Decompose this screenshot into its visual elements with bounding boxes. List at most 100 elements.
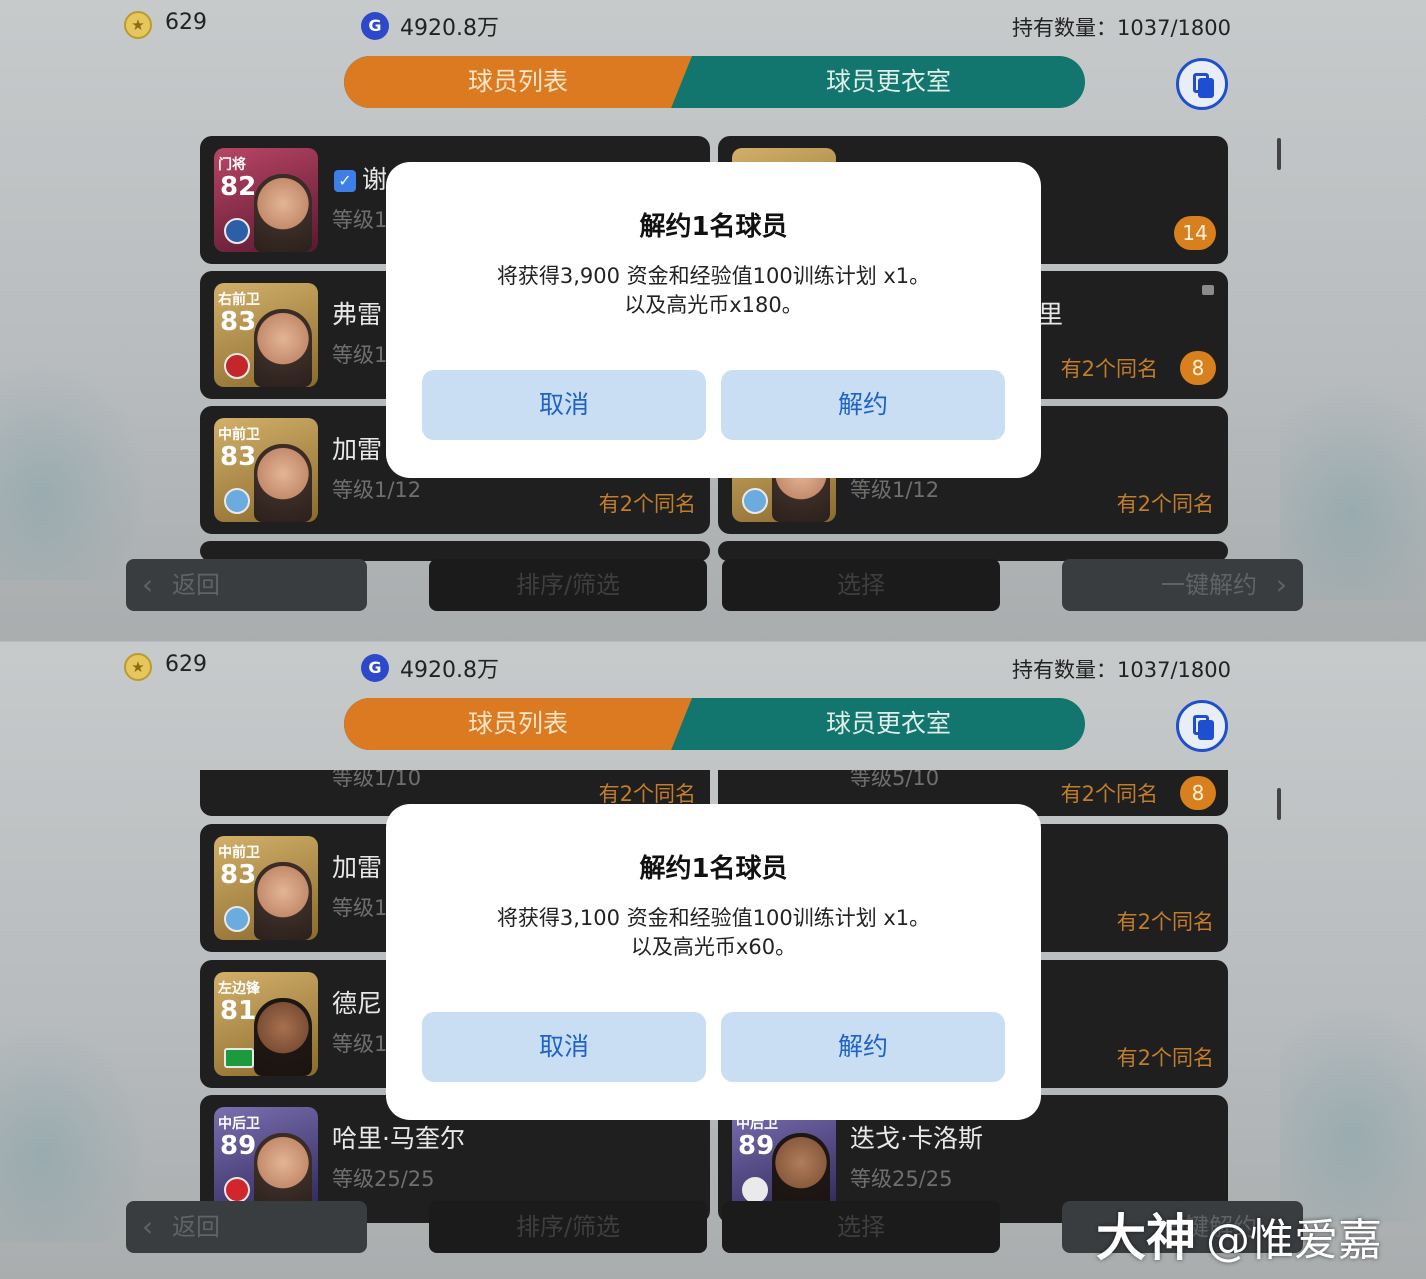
lock-icon	[1202, 285, 1214, 295]
player-level: 等级1	[332, 343, 388, 367]
player-level: 等级1	[332, 208, 388, 232]
player-position: 中前卫	[218, 845, 260, 861]
count-badge: 14	[1174, 216, 1216, 250]
player-thumbnail: 右前卫 83	[214, 283, 318, 387]
background-decoration	[0, 360, 150, 580]
watermark-brand: 大神	[1096, 1209, 1196, 1267]
dialog-title: 解约1名球员	[639, 854, 788, 884]
club-badge-icon	[224, 1177, 250, 1203]
player-name: 迭戈·卡洛斯	[850, 1124, 983, 1153]
select-button[interactable]: 选择	[722, 559, 1000, 611]
player-card-partial[interactable]	[200, 541, 710, 561]
player-level: 等级1	[332, 1032, 388, 1056]
release-confirm-button[interactable]: 解约	[721, 1012, 1005, 1082]
player-thumbnail: 左边锋 81	[214, 972, 318, 1076]
player-level: 等级25/25	[332, 1167, 435, 1191]
scrollbar[interactable]	[1277, 788, 1281, 820]
player-thumbnail: 中前卫 83	[214, 418, 318, 522]
chevron-right-icon: ›	[1275, 568, 1287, 601]
back-label: 返回	[172, 1213, 220, 1241]
sort-filter-button[interactable]: 排序/筛选	[429, 559, 707, 611]
player-card-partial[interactable]	[718, 541, 1228, 561]
release-confirm-button[interactable]: 解约	[721, 370, 1005, 440]
screen-panel-bottom: ★ 629 G 4920.8万 持有数量：1037/1800 球员列表 球员更衣…	[0, 642, 1426, 1279]
player-thumbnail: 中后卫 89	[214, 1107, 318, 1211]
player-rating: 89	[220, 1131, 257, 1161]
tab-locker-room[interactable]: 球员更衣室	[692, 56, 1085, 108]
dialog-message-extra: 以及高光币x180。	[624, 293, 803, 317]
select-button[interactable]: 选择	[722, 1201, 1000, 1253]
sort-filter-button[interactable]: 排序/筛选	[429, 1201, 707, 1253]
checkbox-checked-icon[interactable]: ✓	[334, 170, 356, 192]
player-rating: 83	[220, 860, 257, 890]
back-label: 返回	[172, 571, 220, 599]
copy-icon-fill	[1198, 78, 1214, 98]
player-level: 等级25/25	[850, 1167, 953, 1191]
player-face	[254, 862, 312, 940]
brazil-flag-icon	[224, 1048, 254, 1068]
tab-player-list[interactable]: 球员列表	[344, 698, 692, 750]
back-button[interactable]: ‹ 返回	[126, 1201, 367, 1253]
player-level: 等级1	[332, 896, 388, 920]
copy-icon-fill	[1198, 720, 1214, 740]
player-rating: 82	[220, 172, 257, 202]
copy-button[interactable]	[1176, 58, 1228, 110]
currency-bar: ★ 629 G 4920.8万 持有数量：1037/1800	[0, 0, 1426, 52]
player-level: 等级5/10	[850, 770, 940, 790]
dialog-message-extra: 以及高光币x60。	[630, 935, 797, 959]
copy-button[interactable]	[1176, 700, 1228, 752]
player-rating: 83	[220, 442, 257, 472]
player-name: 加雷	[332, 853, 383, 882]
club-badge-icon	[224, 488, 250, 514]
player-name: 加雷	[332, 435, 383, 464]
release-dialog: 解约1名球员 将获得3,100 资金和经验值100训练计划 x1。 以及高光币x…	[386, 804, 1041, 1120]
tab-locker-room[interactable]: 球员更衣室	[692, 698, 1085, 750]
player-face	[254, 1133, 312, 1211]
gp-icon: G	[361, 654, 389, 682]
club-badge-icon	[224, 353, 250, 379]
dialog-message: 将获得3,100 资金和经验值100训练计划 x1。	[496, 906, 931, 930]
screen-panel-top: ★ 629 G 4920.8万 持有数量：1037/1800 球员列表 球员更衣…	[0, 0, 1426, 641]
count-badge: 8	[1180, 776, 1216, 810]
player-position: 门将	[218, 157, 246, 173]
release-dialog: 解约1名球员 将获得3,900 资金和经验值100训练计划 x1。 以及高光币x…	[386, 162, 1041, 478]
club-badge-icon	[742, 488, 768, 514]
player-rating: 81	[220, 996, 257, 1026]
back-button[interactable]: ‹ 返回	[126, 559, 367, 611]
cancel-button[interactable]: 取消	[422, 1012, 706, 1082]
holding-count: 持有数量：1037/1800	[1012, 658, 1231, 682]
dialog-title: 解约1名球员	[639, 212, 788, 242]
bottom-action-bar: ‹ 返回 排序/筛选 选择 一键解约 ›	[0, 559, 1426, 615]
player-face	[254, 309, 312, 387]
holding-count: 持有数量：1037/1800	[1012, 16, 1231, 40]
duplicate-label: 有2个同名	[1060, 357, 1158, 381]
star-coin-icon: ★	[124, 653, 152, 681]
gp-count: 4920.8万	[400, 658, 499, 683]
player-rating: 89	[738, 1131, 775, 1161]
player-face	[772, 1133, 830, 1211]
player-position: 左边锋	[218, 981, 260, 997]
player-name: 哈里·马奎尔	[332, 1124, 465, 1153]
gp-count: 4920.8万	[400, 16, 499, 41]
player-position: 右前卫	[218, 292, 260, 308]
tab-player-list[interactable]: 球员列表	[344, 56, 692, 108]
cancel-button[interactable]: 取消	[422, 370, 706, 440]
release-all-label: 一键解约	[1161, 571, 1257, 599]
player-level: 等级1/12	[850, 478, 940, 502]
duplicate-label: 有2个同名	[598, 492, 696, 516]
gp-icon: G	[361, 12, 389, 40]
club-badge-icon	[224, 906, 250, 932]
scrollbar[interactable]	[1277, 138, 1281, 170]
chevron-left-icon: ‹	[142, 568, 154, 601]
player-position: 中前卫	[218, 427, 260, 443]
watermark-handle: @惟爱嘉	[1206, 1215, 1382, 1266]
player-face	[254, 444, 312, 522]
player-name: 弗雷	[332, 300, 383, 329]
duplicate-label: 有2个同名	[1060, 782, 1158, 806]
release-all-button[interactable]: 一键解约 ›	[1062, 559, 1303, 611]
tab-bar: 球员列表 球员更衣室	[344, 698, 1085, 750]
background-decoration	[1280, 1002, 1426, 1222]
club-badge-icon	[742, 1177, 768, 1203]
dialog-message: 将获得3,900 资金和经验值100训练计划 x1。	[496, 264, 931, 288]
star-coin-icon: ★	[124, 11, 152, 39]
